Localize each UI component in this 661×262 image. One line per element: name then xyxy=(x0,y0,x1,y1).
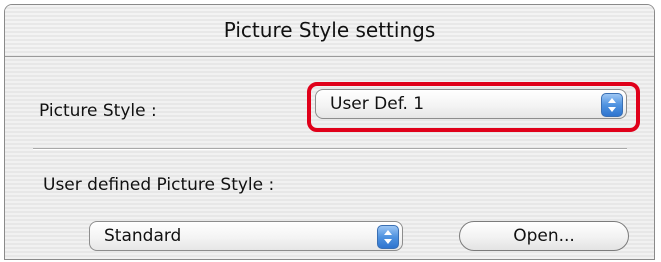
dialog-title: Picture Style settings xyxy=(5,5,654,57)
picture-style-settings-dialog: Picture Style settings Picture Style : U… xyxy=(4,4,655,260)
section-divider xyxy=(33,148,627,150)
open-button[interactable]: Open... xyxy=(459,221,629,251)
picture-style-label: Picture Style : xyxy=(39,101,157,121)
user-defined-style-select-value: Standard xyxy=(104,226,182,246)
user-defined-style-select[interactable]: Standard xyxy=(89,221,403,251)
user-defined-picture-style-label: User defined Picture Style : xyxy=(43,175,275,195)
up-down-arrows-icon xyxy=(377,225,399,249)
selection-highlight-box xyxy=(307,82,640,132)
